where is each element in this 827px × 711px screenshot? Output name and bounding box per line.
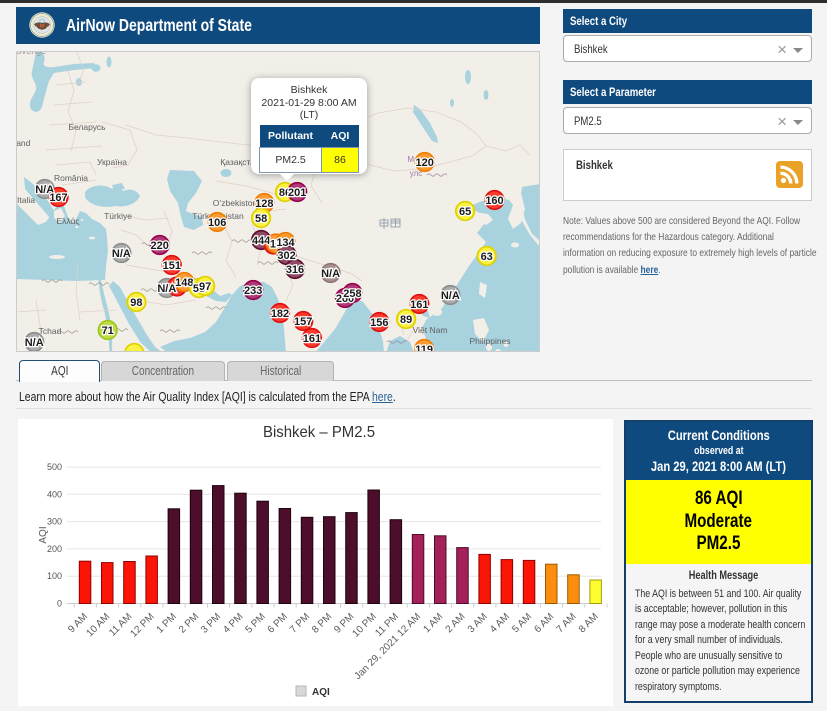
svg-text:AQI: AQI [38,526,49,543]
svg-text:151: 151 [163,260,181,272]
svg-text:8 PM: 8 PM [310,611,334,635]
svg-text:98: 98 [130,297,142,309]
svg-text:1 AM: 1 AM [421,611,445,635]
svg-text:4 PM: 4 PM [221,611,245,635]
svg-text:N/A: N/A [321,268,340,280]
svg-text:N/A: N/A [441,290,460,302]
svg-text:161: 161 [410,299,428,311]
svg-text:6 PM: 6 PM [266,611,290,635]
svg-text:233: 233 [244,285,262,297]
svg-text:O’zbekiston: O’zbekiston [213,198,258,208]
svg-text:12 PM: 12 PM [129,611,157,639]
svg-text:Philippines: Philippines [469,336,510,346]
svg-text:5 AM: 5 AM [510,611,534,635]
svg-text:119: 119 [415,344,433,352]
svg-text:156: 156 [370,317,388,329]
svg-text:Беларусь: Беларусь [68,122,106,132]
svg-text:N/A: N/A [25,337,44,349]
svg-text:258: 258 [343,288,361,300]
svg-text:Bishkek – PM2.5: Bishkek – PM2.5 [263,424,375,441]
svg-text:160: 160 [485,195,503,207]
svg-text:400: 400 [47,489,62,499]
svg-text:Türkiye: Türkiye [104,211,132,221]
svg-text:Việt Nam: Việt Nam [413,325,448,335]
svg-text:161: 161 [303,333,321,345]
svg-text:63: 63 [481,251,493,263]
svg-text:10 PM: 10 PM [351,611,379,639]
svg-text:89: 89 [400,314,412,326]
svg-text:157: 157 [294,316,312,328]
svg-text:120: 120 [416,157,434,169]
svg-text:200: 200 [47,544,62,554]
svg-text:8 AM: 8 AM [577,611,601,635]
svg-text:148: 148 [175,277,193,289]
svg-text:2 AM: 2 AM [444,611,468,635]
svg-text:6 AM: 6 AM [532,611,556,635]
svg-text:220: 220 [151,240,169,252]
svg-text:hland: hland [16,138,31,148]
svg-text:N/A: N/A [112,248,131,260]
svg-text:97: 97 [199,281,211,293]
svg-text:134: 134 [276,237,295,249]
svg-text:58: 58 [255,213,267,225]
svg-text:300: 300 [47,517,62,527]
svg-text:7 PM: 7 PM [288,611,312,635]
svg-text:România: România [54,173,88,183]
svg-text:100: 100 [47,571,62,581]
svg-text:Tchad: Tchad [39,326,62,336]
svg-text:182: 182 [271,308,289,320]
svg-text:302: 302 [277,250,295,262]
svg-text:167: 167 [49,192,67,204]
svg-text:1 PM: 1 PM [155,611,179,635]
svg-text:Україна: Україна [97,157,127,167]
svg-text:444: 444 [252,235,271,247]
svg-text:0: 0 [57,599,62,609]
svg-text:5 PM: 5 PM [243,611,267,635]
svg-text:128: 128 [255,198,273,210]
svg-text:3 AM: 3 AM [466,611,490,635]
svg-text:N/A: N/A [157,283,176,295]
svg-text:2 PM: 2 PM [177,611,201,635]
svg-text:500: 500 [47,462,62,472]
svg-text:3 PM: 3 PM [199,611,223,635]
svg-text:4 AM: 4 AM [488,611,512,635]
svg-text:Italia: Italia [17,195,35,205]
svg-text:7 AM: 7 AM [555,611,579,635]
svg-text:106: 106 [208,217,226,229]
svg-text:71: 71 [102,325,114,337]
svg-text:Ελλάς: Ελλάς [56,216,79,226]
svg-text:65: 65 [459,206,471,218]
svg-text:316: 316 [286,264,304,276]
svg-text:AQI: AQI [312,687,330,698]
svg-text:201: 201 [288,187,306,199]
svg-text:10 AM: 10 AM [84,611,112,639]
